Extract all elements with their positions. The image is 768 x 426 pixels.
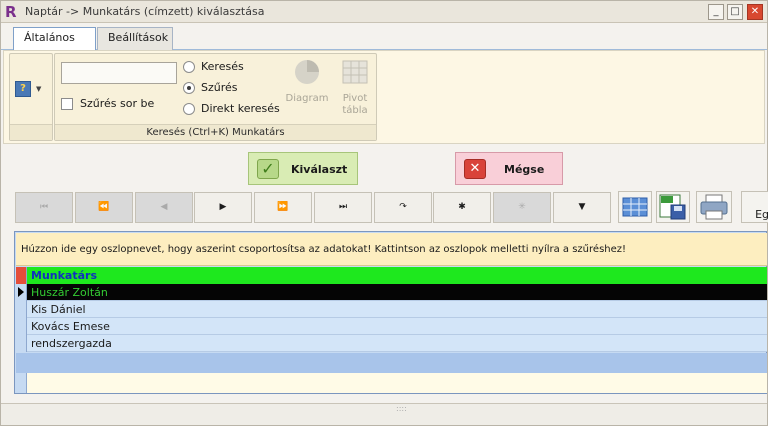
radio-szures[interactable] xyxy=(183,82,195,94)
grid-view-button[interactable] xyxy=(618,191,652,223)
pie-chart-icon xyxy=(295,60,319,84)
clear-filter-button[interactable]: ✳ xyxy=(493,192,551,223)
table-row[interactable]: rendszergazda xyxy=(16,335,767,352)
help-group: ? ▼ xyxy=(9,53,53,141)
print-button[interactable] xyxy=(696,191,732,223)
row-indicator xyxy=(16,301,27,318)
cancel-button-label: Mégse xyxy=(504,163,545,176)
diagram-button[interactable]: Diagram xyxy=(281,58,333,105)
next-record-button[interactable]: ▶ xyxy=(194,192,252,223)
diagram-label: Diagram xyxy=(285,93,329,104)
new-record-button[interactable]: ✱ xyxy=(433,192,491,223)
export-excel-button[interactable] xyxy=(656,191,690,223)
column-header-row: Munkatárs xyxy=(16,267,767,284)
tab-beallitasok[interactable]: Beállítások xyxy=(97,27,173,50)
minimize-button[interactable]: _ xyxy=(708,4,724,20)
radio-kereses[interactable] xyxy=(183,61,195,73)
column-chooser-icon[interactable] xyxy=(16,267,27,284)
pivot-table-button[interactable]: Pivot tábla xyxy=(335,58,375,117)
help-icon: ? xyxy=(15,81,31,97)
data-grid: Húzzon ide egy oszlopnevet, hogy aszerin… xyxy=(14,231,767,394)
refresh-button[interactable]: ↷ xyxy=(374,192,432,223)
table-cell[interactable]: Kis Dániel xyxy=(31,303,86,316)
grid-empty-area xyxy=(16,353,767,373)
cancel-button[interactable]: ✕ Mégse xyxy=(455,152,563,185)
app-logo-icon: R xyxy=(5,3,17,21)
select-button-label: Kiválaszt xyxy=(291,163,348,176)
select-button[interactable]: ✓ Kiválaszt xyxy=(248,152,358,185)
table-row[interactable]: Kovács Emese xyxy=(16,318,767,335)
title-bar: R Naptár -> Munkatárs (címzett) kiválasz… xyxy=(1,1,767,23)
table-cell[interactable]: rendszergazda xyxy=(31,337,112,350)
table-cell[interactable]: Kovács Emese xyxy=(31,320,110,333)
tab-altalanos[interactable]: Általános xyxy=(13,27,96,51)
more-tools-button[interactable]: Eg xyxy=(741,191,768,223)
radio-direkt-kereses-label: Direkt keresés xyxy=(201,102,280,115)
printer-icon xyxy=(700,194,728,220)
first-record-button[interactable]: ⏮ xyxy=(15,192,73,223)
help-dropdown-button[interactable]: ? ▼ xyxy=(15,80,45,100)
help-group-caption xyxy=(10,124,52,140)
row-indicator xyxy=(16,318,27,335)
tab-strip: Általános Beállítások xyxy=(1,23,767,51)
radio-szures-label: Szűrés xyxy=(201,81,238,94)
search-group-caption: Keresés (Ctrl+K) Munkatárs xyxy=(55,124,376,140)
search-group: Szűrés sor be Keresés Szűrés Direkt kere… xyxy=(54,53,377,141)
table-icon xyxy=(342,60,368,84)
more-tools-label: Eg xyxy=(755,208,768,221)
footer-indicator xyxy=(16,373,27,393)
table-cell[interactable]: Huszár Zoltán xyxy=(31,286,108,299)
chevron-down-icon: ▼ xyxy=(36,85,42,93)
radio-kereses-label: Keresés xyxy=(201,60,244,73)
pivot-label-2: tábla xyxy=(342,105,368,116)
splitter-grip[interactable]: :::: xyxy=(396,404,407,413)
grid-icon xyxy=(622,197,648,217)
pivot-label-1: Pivot xyxy=(342,93,368,104)
grid-footer-row xyxy=(16,373,767,393)
checkmark-icon: ✓ xyxy=(257,159,279,179)
group-by-panel[interactable]: Húzzon ide egy oszlopnevet, hogy aszerin… xyxy=(16,233,767,266)
table-row[interactable]: Kis Dániel xyxy=(16,301,767,318)
close-x-icon: ✕ xyxy=(464,159,486,179)
prev-record-button[interactable]: ◀ xyxy=(135,192,193,223)
close-button[interactable]: ✕ xyxy=(747,4,763,20)
filter-row-label: Szűrés sor be xyxy=(80,97,155,110)
radio-direkt-kereses[interactable] xyxy=(183,103,195,115)
ribbon: ? ▼ Szűrés sor be Keresés Szűrés Direkt … xyxy=(3,50,765,144)
current-row-arrow-icon xyxy=(18,287,24,297)
row-indicator xyxy=(16,335,27,352)
maximize-button[interactable]: □ xyxy=(727,4,743,20)
dialog-window: R Naptár -> Munkatárs (címzett) kiválasz… xyxy=(0,0,768,426)
filter-button[interactable]: ▼ xyxy=(553,192,611,223)
window-title: Naptár -> Munkatárs (címzett) kiválasztá… xyxy=(25,5,265,18)
prev-page-button[interactable]: ⏪ xyxy=(75,192,133,223)
status-bar: :::: xyxy=(1,403,767,425)
filter-row-checkbox[interactable] xyxy=(61,98,73,110)
next-page-button[interactable]: ⏩ xyxy=(254,192,312,223)
column-header-munkatars[interactable]: Munkatárs xyxy=(31,269,97,282)
table-row[interactable]: Huszár Zoltán xyxy=(16,284,767,301)
row-indicator xyxy=(16,284,27,301)
excel-save-icon xyxy=(659,194,686,220)
search-input[interactable] xyxy=(61,62,177,84)
last-record-button[interactable]: ⏭ xyxy=(314,192,372,223)
